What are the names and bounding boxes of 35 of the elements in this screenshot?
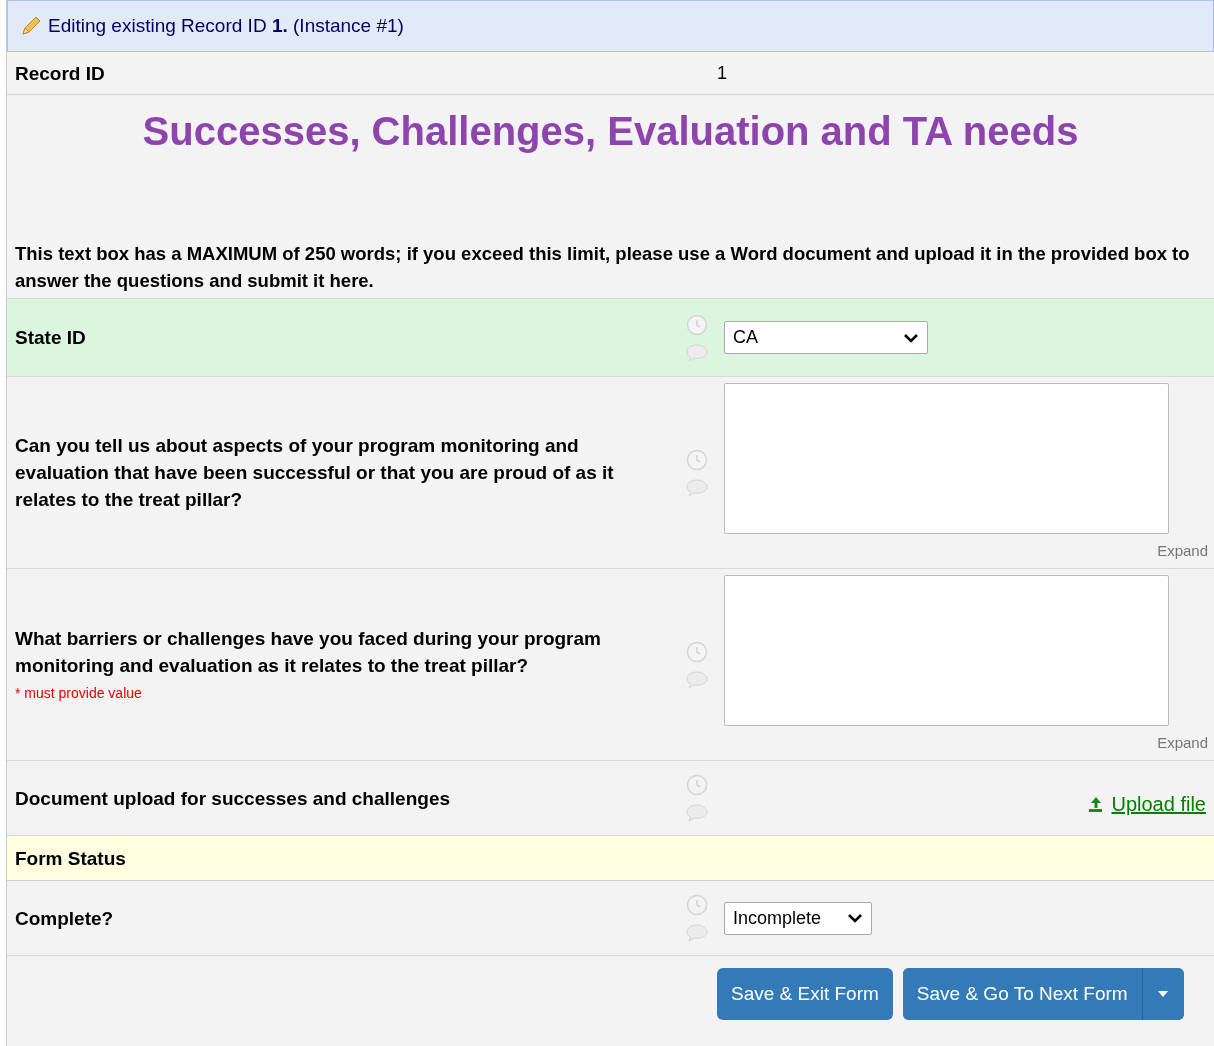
section-header: Form Status xyxy=(14,846,127,871)
chevron-icon xyxy=(903,332,919,343)
dropdown-field[interactable]: CA xyxy=(724,321,928,354)
dropdown-field[interactable]: Incomplete xyxy=(724,901,872,935)
pencil-icon xyxy=(20,15,42,37)
instructions-text: This text box has a MAXIMUM of 250 words; if you exceed this limit, please use a Word document and upload it in the provided box to answer the questions and submit it here. xyxy=(15,243,1190,291)
history-icon[interactable] xyxy=(686,774,708,796)
field-label: Can you tell us about aspects of your program monitoring and evaluation that have been successful or that you are proud of as it relates to the treat pillar? xyxy=(14,434,615,512)
history-icon[interactable] xyxy=(686,313,708,336)
record-id-value: 1 xyxy=(717,61,728,85)
field-label: What barriers or challenges have you faced during your program monitoring and evaluation as it relates to the treat pillar? xyxy=(14,627,602,678)
chevron-icon xyxy=(847,913,863,923)
comment-icon[interactable] xyxy=(686,670,708,689)
save-button[interactable]: Save & Exit Form xyxy=(717,968,893,1020)
field-label: State ID xyxy=(14,326,87,350)
field-label: Document upload for successes and challenges xyxy=(14,786,451,811)
banner-text: Editing existing Record ID 1. (Instance #1) xyxy=(48,13,404,38)
required-note: * must provide value xyxy=(14,684,143,703)
history-icon[interactable] xyxy=(686,894,708,916)
comment-icon[interactable] xyxy=(686,343,708,362)
comment-icon[interactable] xyxy=(686,804,708,822)
text-area-field[interactable] xyxy=(724,575,1169,726)
field-label: Complete? xyxy=(14,906,115,931)
expand-link[interactable]: Expand xyxy=(1157,734,1208,751)
field-label: Record ID xyxy=(14,61,106,86)
dropdown-toggle-button[interactable] xyxy=(1141,968,1184,1020)
comment-icon[interactable] xyxy=(686,924,708,942)
history-icon[interactable] xyxy=(686,448,708,471)
upload-file-link[interactable]: Upload file xyxy=(1087,789,1206,819)
expand-link[interactable]: Expand xyxy=(1157,542,1208,559)
form-title: Successes, Challenges, Evaluation and TA needs xyxy=(142,109,1079,153)
comment-icon[interactable] xyxy=(686,478,708,497)
text-area-field[interactable] xyxy=(724,383,1169,534)
caret-icon xyxy=(1158,991,1169,997)
history-icon[interactable] xyxy=(686,640,708,663)
